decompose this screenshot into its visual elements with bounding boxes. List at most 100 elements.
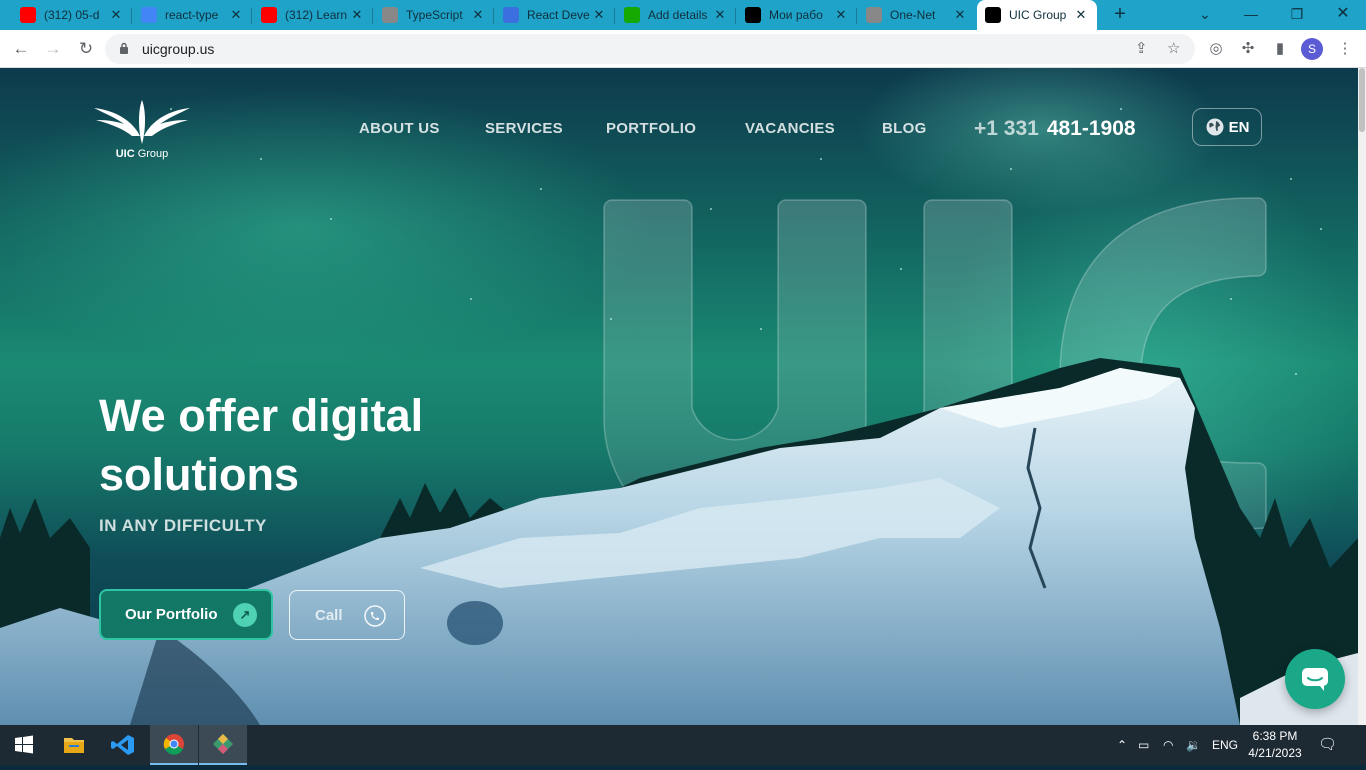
clock-date: 4/21/2023 [1248,746,1302,760]
tab-title: UIC Group [1009,8,1067,22]
close-window-button[interactable]: ✕ [1320,0,1366,30]
tab-separator [372,8,373,24]
clock-time: 6:38 PM [1252,729,1298,743]
tab-title: React Deve [527,8,590,22]
phone-number-link[interactable]: +1 331 481-1908 [974,117,1136,141]
chat-icon [1302,668,1328,691]
nav-vacancies[interactable]: VACANCIES [745,120,835,137]
browser-tab[interactable]: Add details ✕ [616,2,736,28]
tab-title: TypeScript [406,8,463,22]
language-selector[interactable]: EN [1192,108,1262,146]
arrow-up-right-icon: ↗ [233,603,257,627]
browser-tab[interactable]: Мои рабо ✕ [737,2,857,28]
oa-icon [503,7,519,23]
windows-start-icon[interactable] [0,725,48,765]
new-tab-button[interactable]: + [1108,3,1132,27]
bookmark-star-icon[interactable]: ☆ [1167,39,1180,57]
phone-prefix: +1 331 [974,117,1039,140]
browser-tab[interactable]: UIC Group ✕ [977,0,1097,30]
browser-tab[interactable]: react-type ✕ [133,2,252,28]
input-language[interactable]: ENG [1212,725,1238,765]
uic-group-logo[interactable]: UIC Group [92,90,192,165]
address-bar[interactable]: uicgroup.us ⇪ ☆ [105,34,1195,64]
phone-icon [364,605,386,627]
git-kraken-icon[interactable] [199,725,247,765]
extensions-puzzle-icon[interactable]: ✣ [1238,39,1258,59]
close-tab-icon[interactable]: ✕ [1073,7,1089,23]
battery-icon[interactable]: ▭ [1138,725,1149,765]
notifications-icon[interactable]: 🗨 [1318,725,1337,765]
browser-toolbar: ← → ↻ uicgroup.us ⇪ ☆ ◎ ✣ ▮ S ⋮ [0,30,1366,68]
close-tab-icon[interactable]: ✕ [470,7,486,23]
browser-tab[interactable]: (312) Learn ✕ [253,2,373,28]
system-clock[interactable]: 6:38 PM 4/21/2023 [1245,728,1305,762]
close-tab-icon[interactable]: ✕ [833,7,849,23]
forward-icon[interactable]: → [41,37,65,61]
upwork-icon [624,7,640,23]
page-scrollbar[interactable] [1358,68,1366,725]
globe-icon [382,7,398,23]
tab-separator [251,8,252,24]
google-icon [141,7,157,23]
phone-main: 481-1908 [1046,117,1136,140]
file-explorer-icon[interactable] [50,725,98,765]
show-hidden-icons[interactable]: ⌃ [1117,725,1127,765]
close-tab-icon[interactable]: ✕ [108,7,124,23]
hero-subtitle: IN ANY DIFFICULTY [99,516,267,535]
url-text: uicgroup.us [142,41,215,57]
tab-title: react-type [165,8,219,22]
chrome-icon[interactable] [150,725,198,765]
our-portfolio-label: Our Portfolio [125,606,218,623]
browser-tab[interactable]: One-Net ✕ [858,2,976,28]
minimize-button[interactable]: — [1228,0,1274,30]
wifi-icon[interactable]: ◠ [1163,725,1173,765]
tab-separator [493,8,494,24]
call-button[interactable]: Call [289,590,405,640]
chrome-menu-icon[interactable]: ⋮ [1335,39,1355,59]
tab-title: Мои рабо [769,8,823,22]
logo-text: UIC Group [115,148,169,160]
lock-icon [120,42,128,54]
uic-icon [985,7,1001,23]
tab-separator [131,8,132,24]
page-icon [866,7,882,23]
chat-widget-button[interactable] [1285,649,1345,709]
nav-portfolio[interactable]: PORTFOLIO [606,120,696,137]
tab-title: Add details [648,8,708,22]
youtube-icon [20,7,36,23]
tab-search-icon[interactable]: ⌄ [1182,0,1228,30]
reload-icon[interactable]: ↻ [74,37,98,61]
share-icon[interactable]: ⇪ [1135,39,1148,57]
close-tab-icon[interactable]: ✕ [591,7,607,23]
tab-separator [735,8,736,24]
browser-tab[interactable]: TypeScript ✕ [374,2,494,28]
maximize-button[interactable]: ❐ [1274,0,1320,30]
browser-tab[interactable]: (312) 05-d ✕ [12,2,132,28]
nav-services[interactable]: SERVICES [485,120,563,137]
hero-section: UIC Group ABOUT US SERVICES PORTFOLIO VA… [0,68,1358,725]
scrollbar-thumb[interactable] [1359,68,1365,132]
profile-avatar[interactable]: S [1301,38,1323,60]
vscode-icon[interactable] [100,725,148,765]
close-tab-icon[interactable]: ✕ [349,7,365,23]
tab-title: (312) Learn [285,8,348,22]
browser-tab-strip: (312) 05-d ✕ react-type ✕ (312) Learn ✕ TypeSc… [0,0,1366,30]
close-tab-icon[interactable]: ✕ [712,7,728,23]
back-icon[interactable]: ← [9,37,33,61]
language-label: EN [1228,118,1250,136]
tab-title: (312) 05-d [44,8,100,22]
close-tab-icon[interactable]: ✕ [952,7,968,23]
our-portfolio-button[interactable]: Our Portfolio ↗ [99,589,273,640]
nav-blog[interactable]: BLOG [882,120,927,137]
side-panel-icon[interactable]: ▮ [1270,39,1290,59]
tab-title: One-Net [890,8,936,22]
globe-icon [1206,118,1224,136]
extension-circle-icon[interactable]: ◎ [1206,39,1226,59]
hero-title: We offer digital solutions [99,390,424,500]
volume-icon[interactable]: 🔉 [1186,725,1201,765]
close-tab-icon[interactable]: ✕ [228,7,244,23]
nav-about-us[interactable]: ABOUT US [359,120,440,137]
tab-separator [614,8,615,24]
browser-tab[interactable]: React Deve ✕ [495,2,615,28]
tab-separator [856,8,857,24]
